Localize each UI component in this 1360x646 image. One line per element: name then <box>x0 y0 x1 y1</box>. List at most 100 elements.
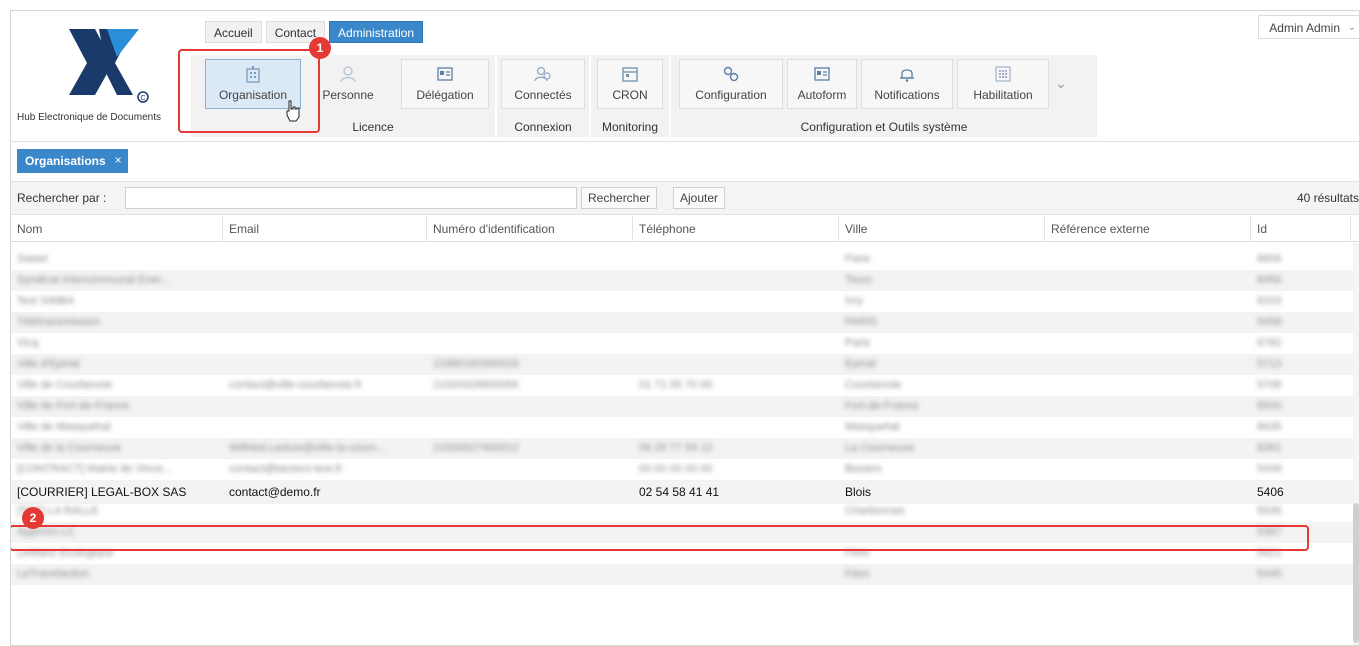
cell-telephone <box>633 396 837 417</box>
add-button[interactable]: Ajouter <box>673 187 726 209</box>
cell-ville: Paris <box>845 337 871 349</box>
habilitation-label: Habilitation <box>973 88 1033 102</box>
column-header-numero[interactable]: Numéro d'identification <box>427 216 633 242</box>
cell-numero <box>427 417 631 438</box>
cell-telephone <box>633 249 837 270</box>
tab-administration[interactable]: Administration <box>329 21 424 43</box>
cell-telephone <box>633 417 837 438</box>
column-header-nom[interactable]: Nom <box>11 216 223 242</box>
logo: C Hub Electronique de Documents <box>11 11 187 139</box>
cell-email <box>223 291 425 312</box>
notifications-button[interactable]: Notifications <box>861 59 953 109</box>
delegation-label: Délégation <box>416 88 474 102</box>
cell-reference <box>1045 312 1249 333</box>
user-menu[interactable]: Admin Admin ⌄ <box>1258 15 1359 39</box>
cell-telephone <box>633 312 837 333</box>
svg-text:C: C <box>141 95 146 102</box>
cell-email <box>223 564 425 585</box>
cell-email <box>223 501 425 522</box>
table-row[interactable]: Syndicat Intercommunal Ener... Tours 8456 <box>11 270 1359 291</box>
cell-id: 5536 <box>1257 505 1282 517</box>
chevron-down-icon: ⌄ <box>1347 22 1356 33</box>
cell-id: 8606 <box>1257 253 1282 265</box>
group-connexion: Connectés Connexion <box>497 55 589 137</box>
close-icon[interactable]: × <box>115 148 122 172</box>
cell-email <box>223 333 425 354</box>
scrollbar-thumb[interactable] <box>1353 503 1359 643</box>
cell-ville: Wasquehal <box>845 421 900 433</box>
table-row[interactable]: Ville d'Epinal 21880160300018 Epinal 5713 <box>11 354 1359 375</box>
cell-numero <box>427 249 631 270</box>
column-header-reference[interactable]: Référence externe <box>1045 216 1251 242</box>
table-row[interactable]: Sweet Paris 8606 <box>11 249 1359 270</box>
cell-reference <box>1045 333 1249 354</box>
cell-nom: Ville de Courbevoie <box>17 379 113 391</box>
cell-telephone <box>633 270 837 291</box>
cell-telephone <box>633 333 837 354</box>
cell-reference <box>1045 270 1249 291</box>
cell-telephone: 06 29 77 59 12 <box>639 442 713 454</box>
cell-email <box>223 270 425 291</box>
cell-reference <box>1045 396 1249 417</box>
cell-reference <box>1045 459 1249 480</box>
form-icon <box>814 67 830 81</box>
table-row[interactable]: Ville de Fort-de-France Fort-de-France 850… <box>11 396 1359 417</box>
cron-button[interactable]: CRON <box>597 59 663 109</box>
cell-nom: Ville de la Courneuve <box>17 442 122 454</box>
cell-ville: Paris <box>845 253 871 265</box>
cell-telephone <box>633 564 837 585</box>
cell-reference <box>1045 501 1249 522</box>
cell-email: contact@ville-courbevoie.fr <box>229 379 362 391</box>
autoform-button[interactable]: Autoform <box>787 59 857 109</box>
table-row[interactable]: Test SIMBA Ivry 8316 <box>11 291 1359 312</box>
table-row[interactable]: Ville de Wasquehal Wasquehal 8635 <box>11 417 1359 438</box>
cell-nom: Sweet <box>17 253 48 265</box>
notifications-label: Notifications <box>874 88 940 102</box>
cell-numero <box>427 333 631 354</box>
cell-ville: Charbonnes <box>845 505 905 517</box>
configuration-button[interactable]: Configuration <box>679 59 783 109</box>
cell-reference <box>1045 417 1249 438</box>
column-header-id[interactable]: Id <box>1251 216 1351 242</box>
scrollbar[interactable] <box>1353 243 1359 645</box>
search-button[interactable]: Rechercher <box>581 187 658 209</box>
cell-numero <box>427 459 631 480</box>
table-row[interactable]: [CONTRACT] Mairie de Vince... contact@bez… <box>11 459 1359 480</box>
habilitation-button[interactable]: Habilitation <box>957 59 1049 109</box>
logo-mark: C <box>69 29 149 103</box>
table-row[interactable]: Vicq Paris 6782 <box>11 333 1359 354</box>
cell-ville: Epinal <box>845 358 876 370</box>
autoform-label: Autoform <box>797 88 847 102</box>
delegation-button[interactable]: Délégation <box>401 59 489 109</box>
gears-icon <box>723 66 739 82</box>
cell-reference <box>1045 291 1249 312</box>
group-label-monitoring: Monitoring <box>601 120 659 134</box>
cell-numero: 21930027400012 <box>433 442 519 454</box>
search-input[interactable] <box>125 187 577 209</box>
table-row[interactable]: Télétransmission PARIS 5458 <box>11 312 1359 333</box>
cell-email <box>223 249 425 270</box>
cell-email <box>223 354 425 375</box>
cell-reference <box>1045 375 1249 396</box>
table-row[interactable]: Ville de la Courneuve Wilfried.Ledure@vil… <box>11 438 1359 459</box>
connectes-button[interactable]: Connectés <box>501 59 585 109</box>
cell-reference <box>1045 564 1249 585</box>
users-icon <box>534 66 551 82</box>
column-header-ville[interactable]: Ville <box>839 216 1045 242</box>
document-tabs: Organisations × <box>11 141 1359 179</box>
id-card-icon <box>437 67 453 81</box>
tab-accueil[interactable]: Accueil <box>205 21 262 43</box>
column-header-email[interactable]: Email <box>223 216 427 242</box>
table-row[interactable]: Ville de Courbevoie contact@ville-courbev… <box>11 375 1359 396</box>
connectes-label: Connectés <box>514 88 572 102</box>
table-row[interactable]: [TOT] LA RALLE Charbonnes 5536 <box>11 501 1359 522</box>
cell-nom: LeTransfaction <box>17 568 90 580</box>
cell-ville: Tours <box>845 274 872 286</box>
cell-id: 8635 <box>1257 421 1282 433</box>
configuration-label: Configuration <box>695 88 767 102</box>
tab-organisations[interactable]: Organisations × <box>17 149 128 173</box>
column-header-telephone[interactable]: Téléphone <box>633 216 839 242</box>
table-row[interactable]: LeTransfaction Fées 5445 <box>11 564 1359 585</box>
cell-reference <box>1045 249 1249 270</box>
chevron-down-icon[interactable]: ⌄ <box>1055 75 1067 92</box>
